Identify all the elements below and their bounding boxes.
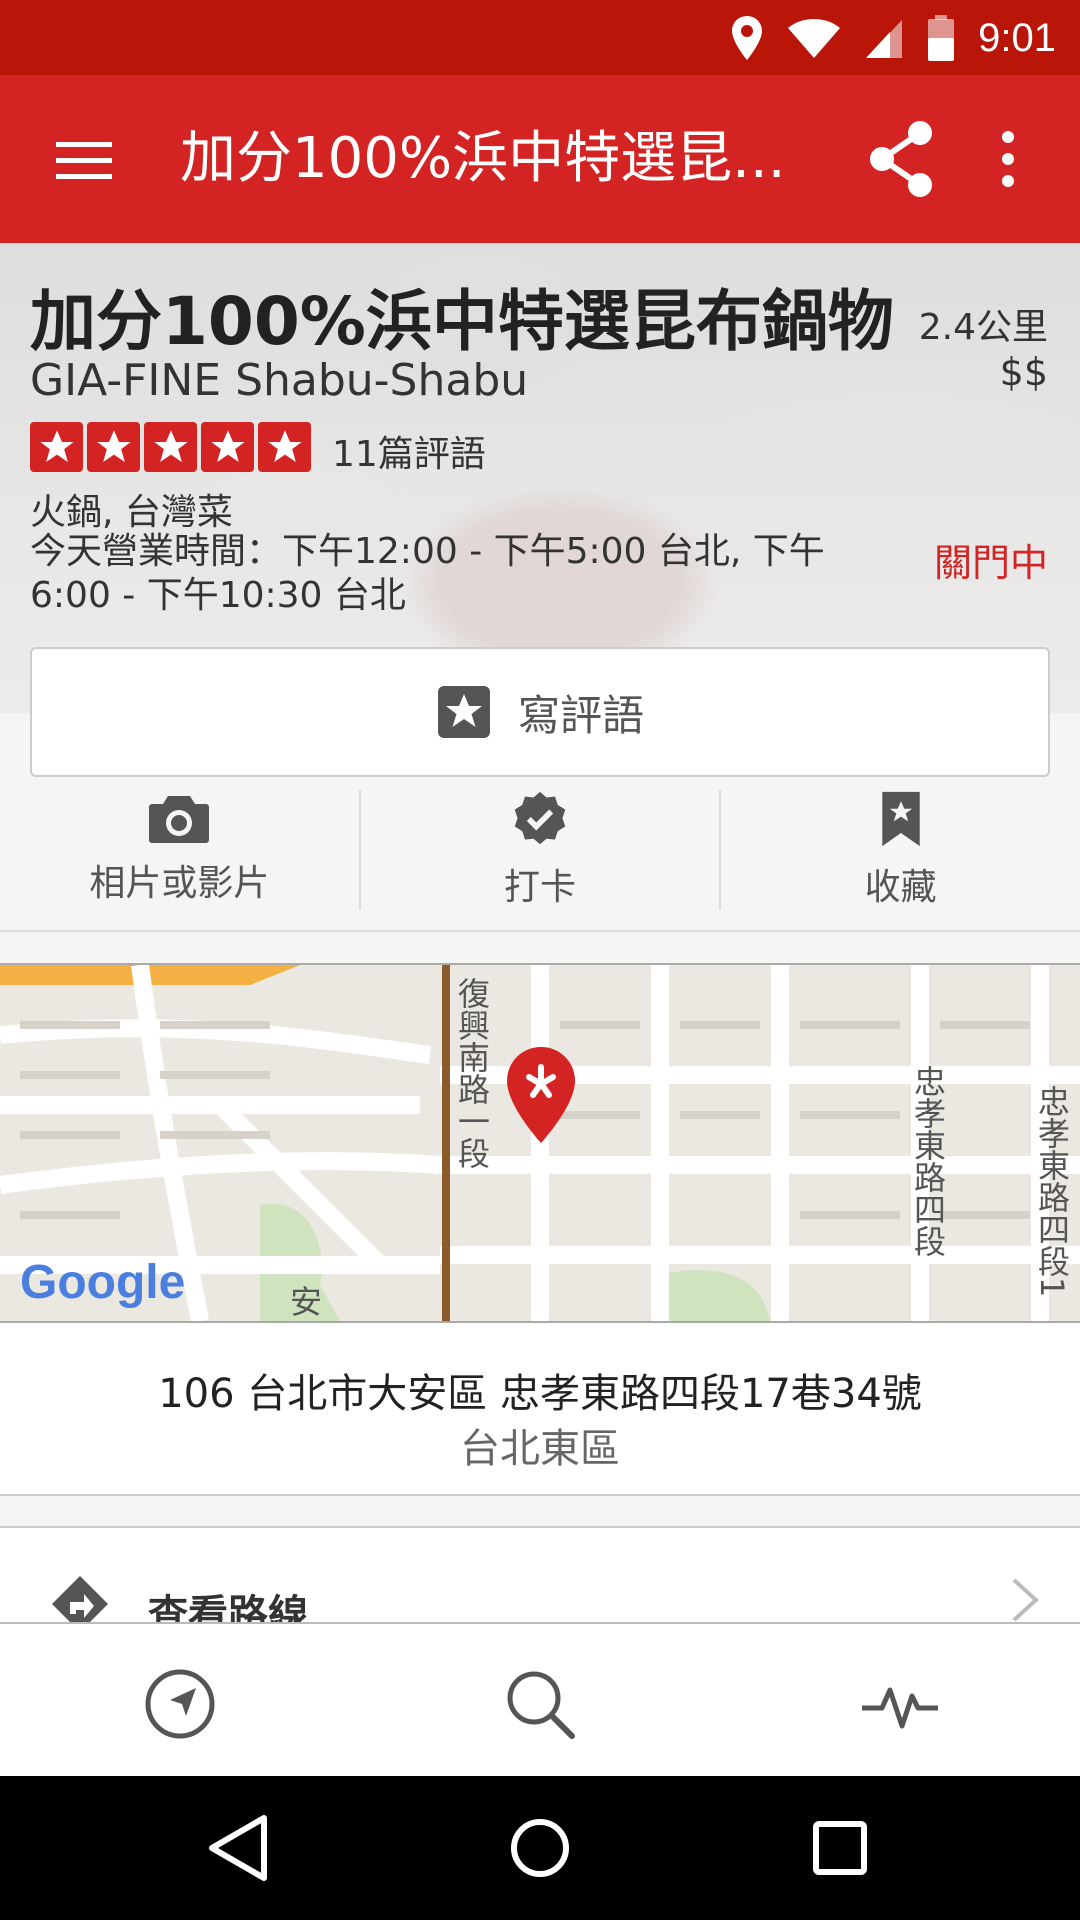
review-count[interactable]: 11篇評語 bbox=[332, 425, 486, 477]
home-icon[interactable] bbox=[502, 1810, 578, 1886]
star-icon bbox=[258, 422, 311, 472]
write-review-button[interactable]: 寫評語 bbox=[30, 647, 1050, 777]
recents-icon[interactable] bbox=[802, 1810, 878, 1886]
street-label: 忠孝東路四段1 bbox=[1033, 1085, 1071, 1298]
action-label: 打卡 bbox=[504, 867, 577, 908]
location-icon bbox=[732, 16, 763, 60]
hours-today: 今天營業時間：下午12:00 - 下午5:00 台北, 下午6:00 - 下午1… bbox=[30, 531, 825, 616]
review-star-icon bbox=[437, 686, 490, 738]
price-range: $$ bbox=[999, 350, 1048, 394]
status-bar: 9:01 bbox=[0, 0, 1080, 75]
search-icon[interactable] bbox=[500, 1664, 580, 1744]
category-list: 火鍋, 台灣菜 bbox=[30, 492, 233, 533]
action-label: 相片或影片 bbox=[89, 863, 270, 904]
open-status: 關門中 bbox=[933, 541, 1048, 585]
section-divider bbox=[0, 930, 1080, 932]
star-rating bbox=[30, 422, 311, 472]
chevron-right-icon bbox=[1012, 1578, 1039, 1622]
street-label: 忠孝東路四段 bbox=[909, 1065, 947, 1257]
write-review-label: 寫評語 bbox=[517, 690, 644, 740]
street-label: 復興南路一段 bbox=[453, 977, 491, 1169]
signal-icon bbox=[866, 20, 903, 58]
battery-icon bbox=[928, 15, 955, 61]
bookmark-icon bbox=[881, 791, 920, 847]
back-icon[interactable] bbox=[200, 1810, 276, 1886]
nearby-icon[interactable] bbox=[140, 1664, 220, 1744]
check-in-badge-icon bbox=[514, 791, 566, 845]
clock: 9:01 bbox=[978, 15, 1056, 60]
more-options-icon[interactable] bbox=[990, 127, 1026, 191]
activity-icon[interactable] bbox=[860, 1664, 940, 1744]
address-line: 106 台北市大安區 忠孝東路四段17巷34號 bbox=[158, 1371, 922, 1417]
directions-label: 查看路線 bbox=[148, 1592, 308, 1622]
app-bar: 加分100%浜中特選昆... bbox=[0, 75, 1080, 243]
directions-row[interactable]: 查看路線 bbox=[0, 1526, 1080, 1622]
app-bar-title: 加分100%浜中特選昆... bbox=[180, 126, 786, 191]
distance: 2.4公里 bbox=[918, 307, 1048, 348]
business-name-en: GIA-FINE Shabu-Shabu bbox=[30, 355, 529, 406]
system-nav-bar bbox=[0, 1776, 1080, 1920]
street-label: 安 bbox=[290, 1283, 323, 1321]
map-pin-icon[interactable] bbox=[503, 1045, 579, 1145]
action-label: 收藏 bbox=[864, 867, 937, 908]
action-bar: 相片或影片 打卡 收藏 bbox=[0, 790, 1080, 910]
map-view[interactable]: 復興南路一段 忠孝東路四段 忠孝東路四段1 安 Google bbox=[0, 963, 1080, 1323]
star-icon bbox=[201, 422, 254, 472]
neighborhood: 台北東區 bbox=[460, 1426, 620, 1472]
google-logo: Google bbox=[20, 1256, 186, 1309]
camera-icon bbox=[149, 796, 210, 843]
address-card[interactable]: 106 台北市大安區 忠孝東路四段17巷34號 台北東區 bbox=[0, 1323, 1080, 1496]
directions-icon bbox=[52, 1576, 108, 1622]
wifi-icon bbox=[788, 19, 841, 58]
add-photo-button[interactable]: 相片或影片 bbox=[0, 790, 361, 910]
bottom-nav bbox=[0, 1622, 1080, 1776]
star-icon bbox=[30, 422, 83, 472]
menu-icon[interactable] bbox=[54, 130, 114, 190]
business-name: 加分100%浜中特選昆布鍋物 bbox=[30, 283, 894, 360]
bookmark-button[interactable]: 收藏 bbox=[721, 790, 1080, 910]
share-icon[interactable] bbox=[862, 119, 942, 199]
check-in-button[interactable]: 打卡 bbox=[361, 790, 722, 910]
star-icon bbox=[144, 422, 197, 472]
star-icon bbox=[87, 422, 140, 472]
